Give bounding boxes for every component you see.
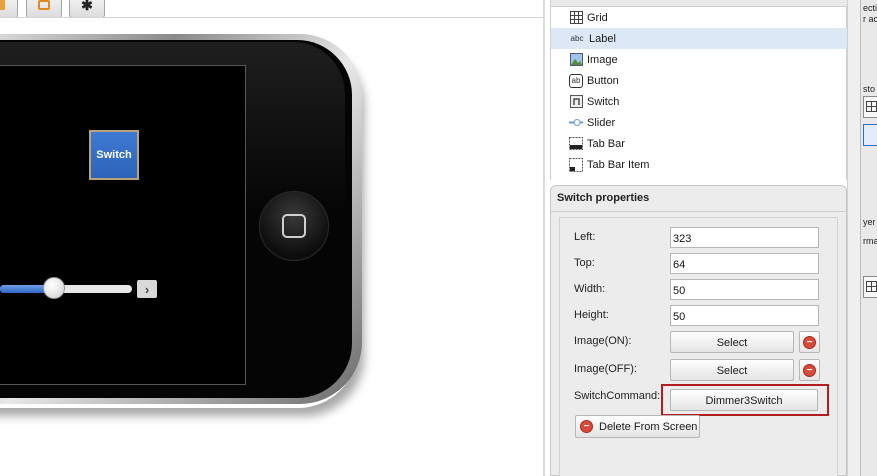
button-icon-text: ab: [571, 76, 581, 85]
palette-item-label: Image: [587, 53, 618, 66]
right-fragment-text: sto: [863, 84, 876, 94]
delete-from-screen-button[interactable]: − Delete From Screen: [575, 415, 700, 438]
palette-item-label: Label: [589, 32, 616, 45]
toolbar-button-up[interactable]: ✱: [69, 0, 105, 18]
switch-widget[interactable]: Switch: [89, 130, 139, 180]
slider-thumb[interactable]: [43, 277, 65, 299]
palette-item-grid[interactable]: Grid: [551, 7, 847, 28]
slider-max-button[interactable]: ›: [137, 280, 157, 298]
grid-icon: [569, 11, 583, 25]
designer-window: ✱ Switch › Grid abc Label Image ab Butto…: [0, 0, 877, 476]
canvas-divider: [543, 0, 545, 476]
palette-item-tab-bar[interactable]: Tab Bar: [551, 133, 847, 154]
remove-icon: −: [803, 335, 816, 349]
remove-icon: −: [580, 420, 593, 433]
switch-properties-panel: Switch properties Left: Top: Width: Heig…: [550, 185, 848, 476]
palette-scrollbar[interactable]: [847, 0, 860, 476]
width-label: Width:: [574, 283, 606, 295]
switch-icon: [569, 95, 583, 109]
right-fragment-grid-box[interactable]: [863, 96, 877, 118]
orange-toolbar-icon: [38, 0, 50, 10]
height-input[interactable]: [670, 305, 819, 326]
grid-icon: [866, 101, 877, 112]
left-label: Left:: [574, 231, 596, 243]
phone-screen[interactable]: [0, 65, 246, 385]
palette-item-label: Switch: [587, 95, 620, 108]
slider-icon: [569, 116, 583, 130]
toolbar-button-partial[interactable]: [0, 0, 18, 18]
right-fragment-grid-box-2[interactable]: [863, 276, 877, 298]
toolbar-button-orange[interactable]: [26, 0, 62, 18]
delete-from-screen-label: Delete From Screen: [599, 420, 698, 433]
right-fragment-selected-box[interactable]: [863, 124, 877, 146]
right-fragment-text: ecti: [863, 3, 877, 13]
image-off-remove-button[interactable]: −: [799, 359, 820, 381]
palette-item-tab-bar-item[interactable]: Tab Bar Item: [551, 154, 847, 175]
image-on-select-button[interactable]: Select: [670, 331, 794, 353]
switch-command-button[interactable]: Dimmer3Switch: [670, 389, 818, 411]
grid-icon: [866, 281, 877, 292]
palette-item-switch[interactable]: Switch: [551, 91, 847, 112]
switch-widget-label: Switch: [96, 149, 132, 161]
tab-bar-icon: [569, 137, 583, 151]
palette-item-image[interactable]: Image: [551, 49, 847, 70]
widget-palette: Grid abc Label Image ab Button Switch Sl…: [550, 0, 848, 180]
image-icon: [569, 53, 583, 67]
home-square-icon: [282, 214, 306, 238]
right-panel-fragment: ecti r ac sto yer rma: [860, 0, 877, 476]
chevron-right-icon: ›: [144, 281, 150, 297]
button-icon: ab: [569, 73, 583, 88]
palette-item-label: Button: [587, 74, 619, 87]
image-on-remove-button[interactable]: −: [799, 331, 820, 353]
palette-item-label: Tab Bar Item: [587, 158, 650, 171]
palette-item-slider[interactable]: Slider: [551, 112, 847, 133]
slider-fill: [0, 285, 44, 293]
top-input[interactable]: [670, 253, 819, 274]
palette-item-label: Slider: [587, 116, 616, 129]
properties-title: Switch properties: [557, 192, 650, 204]
slider-track[interactable]: [0, 285, 132, 293]
image-off-select-button[interactable]: Select: [670, 359, 794, 381]
palette-item-label-widget[interactable]: abc Label: [551, 28, 847, 49]
label-icon: abc: [570, 34, 584, 43]
left-input[interactable]: [670, 227, 819, 248]
right-fragment-text: r ac: [863, 14, 877, 24]
palette-item-label: Grid: [587, 11, 608, 24]
width-input[interactable]: [670, 279, 819, 300]
image-off-label: Image(OFF):: [574, 363, 637, 375]
image-on-label: Image(ON):: [574, 335, 632, 347]
height-label: Height:: [574, 309, 609, 321]
properties-form: Left: Top: Width: Height: Image(ON): Sel…: [559, 217, 838, 476]
properties-divider: [551, 211, 848, 212]
up-arrow-icon: ✱: [81, 0, 93, 13]
right-fragment-text: yer: [863, 217, 876, 227]
palette-header: [551, 0, 848, 7]
top-label: Top:: [574, 257, 595, 269]
partial-toolbar-icon: [0, 0, 5, 10]
phone-home-button: [259, 191, 329, 261]
right-fragment-text: rma: [863, 236, 877, 246]
palette-item-button[interactable]: ab Button: [551, 70, 847, 91]
switch-command-label: SwitchCommand:: [574, 390, 661, 402]
tab-bar-item-icon: [569, 157, 583, 172]
remove-icon: −: [803, 363, 816, 377]
palette-item-label: Tab Bar: [587, 137, 625, 150]
